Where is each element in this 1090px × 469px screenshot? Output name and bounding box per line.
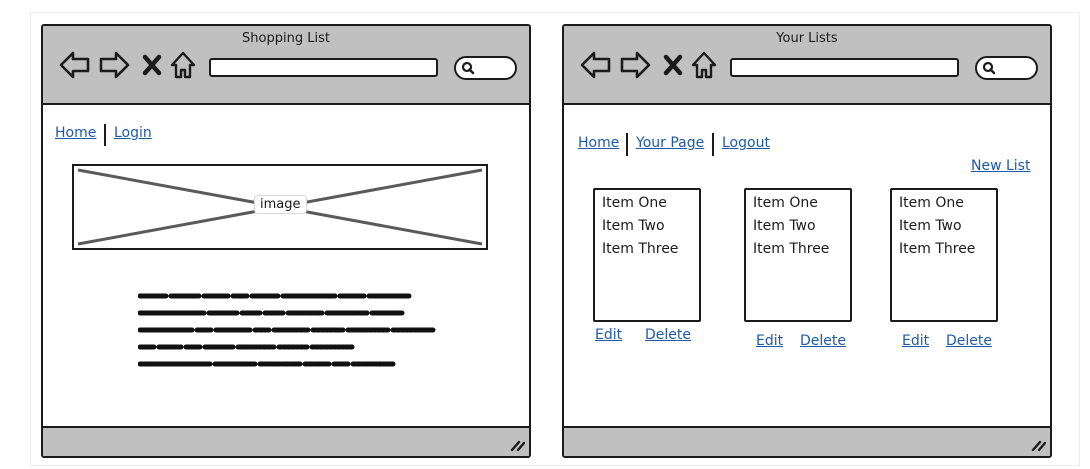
list-item: Item One <box>753 195 818 211</box>
forward-arrow-icon[interactable] <box>98 50 130 80</box>
list-item: Item One <box>602 195 667 211</box>
window-title: Shopping List <box>242 31 330 46</box>
browser-window-shopping-list: Shopping List Home Login image <box>41 24 531 458</box>
placeholder-text-scribble <box>138 293 436 367</box>
edit-list-link[interactable]: Edit <box>756 333 783 349</box>
status-bar <box>564 426 1050 456</box>
list-card: Item One Item Two Item Three <box>744 188 852 322</box>
delete-list-link[interactable]: Delete <box>946 333 992 349</box>
browser-window-your-lists: Your Lists Home Your Page Logout New Lis… <box>562 24 1052 458</box>
edit-list-link[interactable]: Edit <box>595 327 622 343</box>
resize-grip-icon[interactable] <box>1030 438 1046 452</box>
nav-separator <box>104 124 106 146</box>
list-item: Item One <box>899 195 964 211</box>
resize-grip-icon[interactable] <box>509 438 525 452</box>
close-icon[interactable] <box>142 54 162 76</box>
list-card: Item One Item Two Item Three <box>890 188 998 322</box>
list-item: Item Two <box>899 218 962 234</box>
home-icon[interactable] <box>691 50 717 80</box>
list-item: Item Two <box>753 218 816 234</box>
url-bar[interactable] <box>209 58 438 77</box>
image-label: image <box>254 195 307 214</box>
image-placeholder: image <box>72 164 488 250</box>
window-title: Your Lists <box>776 31 838 46</box>
close-icon[interactable] <box>663 54 683 76</box>
nav-link-home[interactable]: Home <box>55 125 96 141</box>
search-icon <box>982 61 996 75</box>
edit-list-link[interactable]: Edit <box>902 333 929 349</box>
nav-link-your-page[interactable]: Your Page <box>636 135 704 151</box>
delete-list-link[interactable]: Delete <box>800 333 846 349</box>
list-item: Item Three <box>899 241 976 257</box>
browser-titlebar: Your Lists <box>564 26 1050 105</box>
back-arrow-icon[interactable] <box>580 50 612 80</box>
delete-list-link[interactable]: Delete <box>645 327 691 343</box>
nav-separator <box>626 133 628 156</box>
list-card: Item One Item Two Item Three <box>593 188 701 322</box>
search-box[interactable] <box>454 56 517 80</box>
search-icon <box>461 61 475 75</box>
home-icon[interactable] <box>170 50 196 80</box>
nav-link-login[interactable]: Login <box>114 125 152 141</box>
list-item: Item Three <box>753 241 830 257</box>
new-list-link[interactable]: New List <box>971 158 1030 174</box>
status-bar <box>43 426 529 456</box>
list-item: Item Two <box>602 218 665 234</box>
nav-link-home[interactable]: Home <box>578 135 619 151</box>
nav-link-logout[interactable]: Logout <box>722 135 770 151</box>
back-arrow-icon[interactable] <box>59 50 91 80</box>
search-box[interactable] <box>975 56 1038 80</box>
list-item: Item Three <box>602 241 679 257</box>
url-bar[interactable] <box>730 58 959 77</box>
nav-separator <box>712 133 714 156</box>
forward-arrow-icon[interactable] <box>619 50 651 80</box>
browser-titlebar: Shopping List <box>43 26 529 105</box>
